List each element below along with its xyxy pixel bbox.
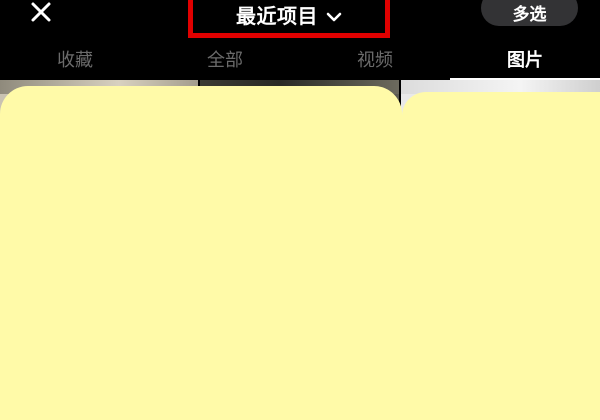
tab-all[interactable]: 全部 <box>150 38 300 80</box>
media-picker-screen: 最近项目 多选 收藏 全部 视频 图片 <box>0 0 600 420</box>
tab-favorites[interactable]: 收藏 <box>0 38 150 80</box>
close-icon <box>31 2 51 22</box>
tab-photos[interactable]: 图片 <box>450 38 600 80</box>
album-title: 最近项目 <box>236 4 318 28</box>
album-title-dropdown[interactable]: 最近项目 <box>188 0 390 38</box>
multi-select-button[interactable]: 多选 <box>481 0 578 26</box>
chevron-down-icon <box>326 12 342 22</box>
top-bar: 最近项目 多选 <box>0 0 600 38</box>
media-tabs: 收藏 全部 视频 图片 <box>0 38 600 80</box>
close-button[interactable] <box>22 0 60 29</box>
redaction-overlay <box>0 86 402 420</box>
tab-videos[interactable]: 视频 <box>300 38 450 80</box>
redaction-overlay <box>402 92 600 420</box>
